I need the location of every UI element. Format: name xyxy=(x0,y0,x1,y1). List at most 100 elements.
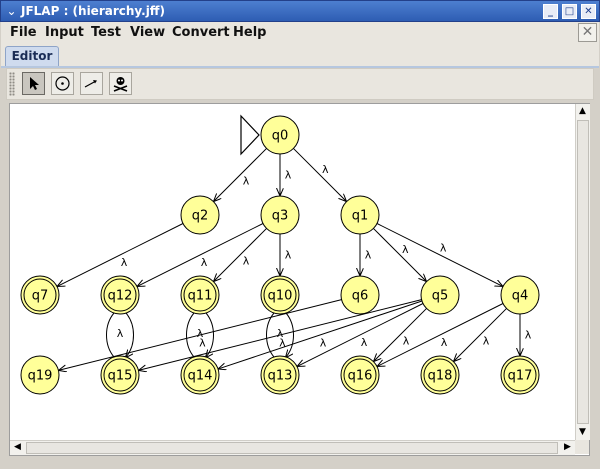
menu-test[interactable]: Test xyxy=(91,25,121,40)
state-q7[interactable]: q7 xyxy=(20,275,60,315)
menu-convert[interactable]: Convert xyxy=(172,25,230,40)
state-q18[interactable]: q18 xyxy=(420,355,460,395)
transition-q3-q11[interactable] xyxy=(214,228,267,280)
arrow-pointer-icon xyxy=(30,77,39,90)
scroll-down-arrow-icon[interactable]: ▼ xyxy=(576,426,589,439)
window-menu-icon[interactable]: ⌄ xyxy=(4,4,19,19)
window-title: JFLAP : (hierarchy.jff) xyxy=(21,4,166,18)
state-q2[interactable]: q2 xyxy=(180,195,220,235)
state-label: q19 xyxy=(28,369,53,384)
transition-label[interactable]: λ xyxy=(285,249,292,262)
transition-label[interactable]: λ xyxy=(117,327,124,340)
transition-label[interactable]: λ xyxy=(361,336,368,349)
close-editor-button[interactable]: ✕ xyxy=(578,23,597,42)
menu-bar: File Input Test View Convert Help xyxy=(1,22,599,44)
skull-crossbones-icon xyxy=(113,77,128,92)
automaton-graph[interactable]: λ λ λλ λ λ λ λ λ λλ λ λ λ λ λ λ λλ λ λ q0q1q2 q3q4q5q6q7 q1… xyxy=(10,104,575,440)
state-q5[interactable]: q5 xyxy=(420,275,460,315)
vertical-scroll-thumb[interactable] xyxy=(577,120,589,424)
transition-q0-q1[interactable] xyxy=(293,148,345,200)
scroll-corner xyxy=(575,440,589,454)
state-q6[interactable]: q6 xyxy=(340,275,380,315)
state-q15[interactable]: q15 xyxy=(100,355,140,395)
toolbar xyxy=(6,68,594,100)
state-label: q7 xyxy=(32,289,49,304)
transition-arrow-icon xyxy=(84,80,97,88)
toolbar-grip[interactable] xyxy=(9,72,15,96)
state-q3[interactable]: q3 xyxy=(260,195,300,235)
state-q10[interactable]: q10 xyxy=(260,275,300,315)
transition-label[interactable]: λ xyxy=(121,256,128,269)
horizontal-scroll-thumb[interactable] xyxy=(26,442,558,454)
close-window-button[interactable]: ✕ xyxy=(581,4,596,19)
editor-canvas[interactable]: λλλλλλλλλλλλλλλλλλλλλ q0 q1 q2 q3 q4 q5 q6 q7 q1… xyxy=(9,103,590,456)
scroll-right-arrow-icon[interactable]: ▶ xyxy=(561,441,574,454)
state-label: q17 xyxy=(508,369,533,384)
state-label: q11 xyxy=(188,289,213,304)
state-q14[interactable]: q14 xyxy=(180,355,220,395)
tab-editor[interactable]: Editor xyxy=(5,46,59,66)
state-label: q0 xyxy=(272,129,289,144)
state-q1[interactable]: q1 xyxy=(340,195,380,235)
transition-label[interactable]: λ xyxy=(483,334,490,347)
transition-tool-button[interactable] xyxy=(80,72,103,95)
pointer-tool-button[interactable] xyxy=(22,72,45,95)
transition-label[interactable]: λ xyxy=(403,334,410,347)
state-q17[interactable]: q17 xyxy=(500,355,540,395)
transition-q5-q16[interactable] xyxy=(374,308,427,360)
initial-state-marker xyxy=(240,114,260,156)
transition-label[interactable]: λ xyxy=(441,336,448,349)
menu-view[interactable]: View xyxy=(130,25,165,40)
transition-label[interactable]: λ xyxy=(243,254,250,267)
state-label: q1 xyxy=(352,209,369,224)
minimize-button[interactable]: _ xyxy=(543,4,558,19)
transition-label[interactable]: λ xyxy=(525,329,532,342)
state-tool-button[interactable] xyxy=(51,72,74,95)
vertical-scrollbar[interactable]: ▲ ▼ xyxy=(575,104,590,440)
state-label: q15 xyxy=(108,369,133,384)
state-label: q5 xyxy=(432,289,449,304)
transition-label[interactable]: λ xyxy=(285,169,292,182)
transition-q5-q14[interactable] xyxy=(219,300,423,369)
state-q11[interactable]: q11 xyxy=(180,275,220,315)
transition-q1-q5[interactable] xyxy=(373,228,425,280)
state-q0[interactable]: q0 xyxy=(260,115,300,155)
scroll-left-arrow-icon[interactable]: ◀ xyxy=(11,441,24,454)
state-q4[interactable]: q4 xyxy=(500,275,540,315)
state-label: q16 xyxy=(348,369,373,384)
state-label: q10 xyxy=(268,289,293,304)
title-bar: ⌄ JFLAP : (hierarchy.jff) _ □ ✕ xyxy=(0,0,600,22)
transition-label[interactable]: λ xyxy=(197,327,204,340)
state-label: q6 xyxy=(352,289,369,304)
transition-label[interactable]: λ xyxy=(201,256,208,269)
transition-label[interactable]: λ xyxy=(322,163,329,176)
state-q19[interactable]: q19 xyxy=(20,355,60,395)
state-label: q12 xyxy=(108,289,133,304)
state-label: q18 xyxy=(428,369,453,384)
state-q13[interactable]: q13 xyxy=(260,355,300,395)
state-label: q3 xyxy=(272,209,289,224)
transition-label[interactable]: λ xyxy=(243,174,250,187)
transition-label[interactable]: λ xyxy=(365,249,372,262)
transition-label[interactable]: λ xyxy=(320,336,327,349)
delete-tool-button[interactable] xyxy=(109,72,132,95)
menu-file[interactable]: File xyxy=(10,25,37,40)
menu-help[interactable]: Help xyxy=(233,25,266,40)
transition-q0-q2[interactable] xyxy=(214,148,267,200)
tab-strip: Editor xyxy=(1,43,599,68)
state-q16[interactable]: q16 xyxy=(340,355,380,395)
state-label: q4 xyxy=(512,289,529,304)
transition-label[interactable]: λ xyxy=(402,243,409,256)
state-label: q2 xyxy=(192,209,209,224)
state-q12[interactable]: q12 xyxy=(100,275,140,315)
transition-q4-q18[interactable] xyxy=(454,308,507,360)
scroll-up-arrow-icon[interactable]: ▲ xyxy=(576,105,589,118)
state-label: q13 xyxy=(268,369,293,384)
transition-label[interactable]: λ xyxy=(277,327,284,340)
maximize-button[interactable]: □ xyxy=(562,4,577,19)
state-circle-icon xyxy=(55,76,70,91)
transition-label[interactable]: λ xyxy=(440,242,447,255)
state-label: q14 xyxy=(188,369,213,384)
menu-input[interactable]: Input xyxy=(45,25,84,40)
horizontal-scrollbar[interactable]: ◀ ▶ xyxy=(10,440,575,455)
